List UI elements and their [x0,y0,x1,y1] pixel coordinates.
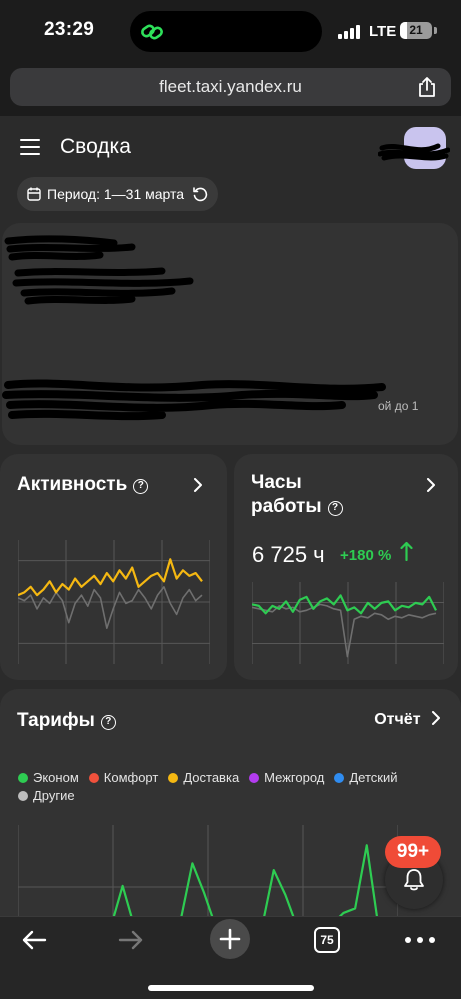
signal-icon [338,24,360,39]
redaction-scribble [378,143,450,161]
legend-dot [18,773,28,783]
hours-chart [252,582,444,664]
link-icon [141,24,163,40]
legend-item[interactable]: Другие [18,787,75,805]
network-type: LTE [369,23,397,40]
arrow-left-icon[interactable] [21,929,47,951]
menu-icon[interactable] [20,139,40,155]
help-icon[interactable]: ? [100,715,116,730]
hours-title: работы? [251,496,343,518]
legend-label: Эконом [33,770,79,785]
tariffs-title-text: Тарифы [17,710,95,731]
activity-title-text: Активность [17,474,128,495]
battery-level: 21 [409,23,423,37]
legend-label: Другие [33,788,75,803]
hours-title-line2: работы [251,496,322,517]
activity-chart [18,540,210,664]
legend-item[interactable]: Детский [334,769,398,787]
series-line-previous [18,586,203,629]
arrow-up-icon [400,541,413,561]
address-bar[interactable]: fleet.taxi.yandex.ru [10,68,451,106]
legend-item[interactable]: Комфорт [88,769,159,787]
plus-icon [219,928,241,950]
chevron-right-icon[interactable] [426,478,436,492]
more-dots-icon[interactable] [405,937,435,943]
legend-item[interactable]: Доставка [168,769,239,787]
hours-value: 6 725 ч [252,542,325,567]
series-line-current [252,594,437,615]
help-icon[interactable]: ? [133,479,149,494]
notification-count-badge[interactable]: 99+ [385,836,441,868]
report-link[interactable]: Отчёт [374,711,441,729]
redacted-card-fragment: ой до 1 [378,399,419,413]
period-filter-chip[interactable]: Период: 1—31 марта [17,177,218,211]
chevron-right-icon[interactable] [193,478,203,492]
battery-tip [434,27,437,34]
hours-title-line1: Часы [251,472,302,493]
status-bar: 23:29 LTE 21 [0,0,461,62]
legend-label: Детский [349,770,398,785]
redacted-summary-card[interactable]: ой до 1 [2,223,458,445]
chevron-right-icon[interactable] [431,711,441,725]
new-tab-button[interactable] [210,919,250,959]
bell-icon [404,869,424,891]
report-label[interactable]: Отчёт [374,711,420,728]
tariffs-chart [18,825,398,916]
series-line-previous [252,603,437,658]
legend-dot [168,773,179,783]
legend-item[interactable]: Межгород [249,769,324,787]
activity-title: Активность? [17,474,149,496]
calendar-icon [27,187,41,201]
tabs-button[interactable]: 75 [314,927,340,953]
series-line-current [112,844,378,916]
legend-dot [88,773,99,783]
series-line-current [18,558,203,597]
tariffs-title: Тарифы? [17,710,116,732]
hours-delta: +180 % [340,547,392,564]
legend-dot [249,773,260,783]
legend-dot [334,773,345,783]
activity-card[interactable]: Активность? [0,454,227,680]
url-text[interactable]: fleet.taxi.yandex.ru [10,77,451,97]
battery-icon: 21 [400,22,432,39]
page-title: Сводка [60,135,131,158]
dynamic-island [130,11,322,52]
legend-label: Межгород [264,770,325,785]
legend-label: Комфорт [103,770,159,785]
help-icon[interactable]: ? [327,501,343,516]
period-label: Период: 1—31 марта [47,186,185,202]
page-content: Сводка Период: 1—31 марта ой до 1 Активн… [0,116,461,916]
share-icon[interactable] [417,76,437,98]
legend-dot [18,791,28,801]
home-indicator [148,985,314,991]
hours-card[interactable]: Часы работы? 6 725 ч +180 % [234,454,458,680]
tariffs-legend: Эконом Комфорт Доставка Межгород Детский Друг… [18,769,428,805]
arrow-right-icon[interactable] [118,929,144,951]
reset-icon[interactable] [192,186,208,202]
legend-item[interactable]: Эконом [18,769,79,787]
status-time: 23:29 [44,19,95,40]
legend-label: Доставка [183,770,240,785]
